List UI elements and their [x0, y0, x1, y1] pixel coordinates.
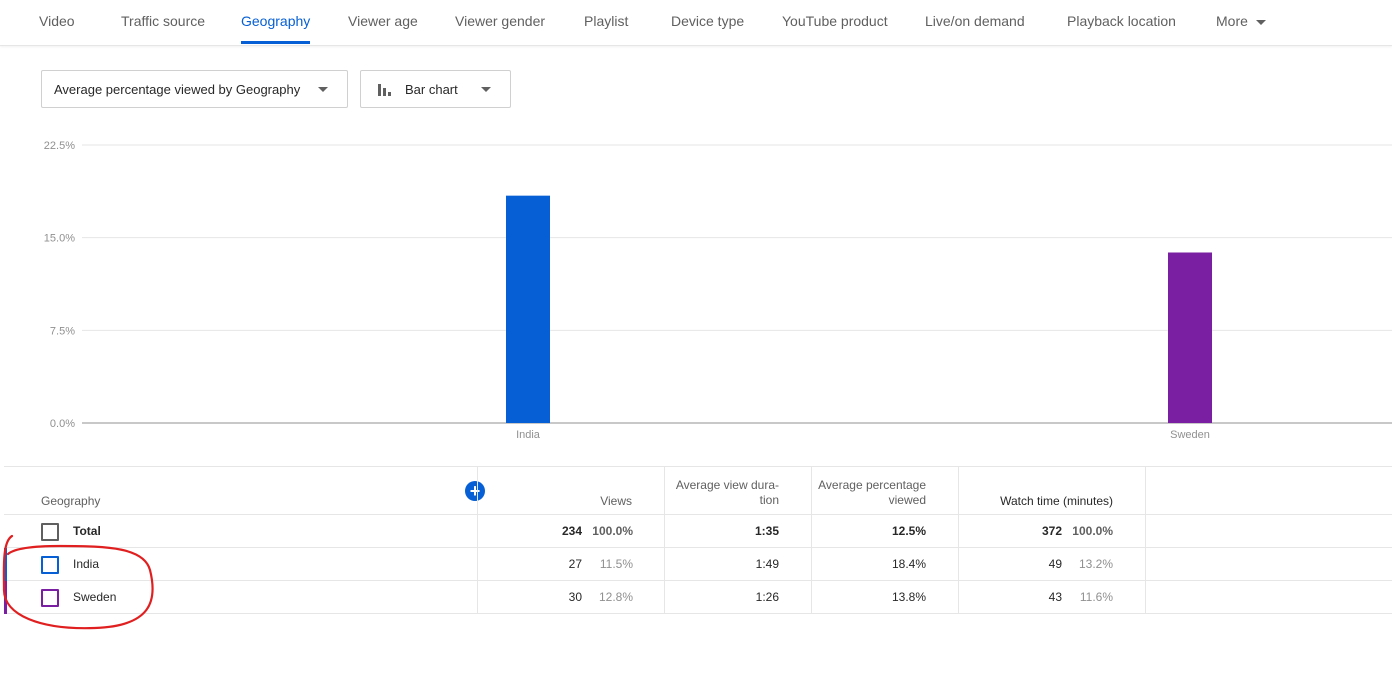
watch-time-value: 49 [1048, 557, 1062, 571]
sweden-checkbox[interactable] [41, 589, 59, 607]
watch-time-value: 372 [1041, 524, 1062, 538]
row-name: Total [73, 524, 101, 538]
bar-sweden[interactable] [1168, 252, 1212, 423]
views-percent: 12.8% [598, 590, 633, 604]
tab-playlist[interactable]: Playlist [584, 0, 628, 44]
tab-more[interactable]: More [1216, 0, 1266, 44]
caret-down-icon [318, 87, 328, 92]
watch-time-percent: 13.2% [1078, 557, 1113, 571]
tab-live-on-demand[interactable]: Live/on demand [925, 0, 1025, 44]
row-name: India [73, 557, 100, 571]
bar-chart-icon [378, 82, 392, 96]
column-header-avg-pct-viewed[interactable]: Average percentage viewed [812, 478, 926, 508]
total-checkbox[interactable] [41, 523, 59, 541]
y-tick-label: 22.5% [44, 140, 75, 152]
y-tick-label: 7.5% [50, 325, 75, 337]
tab-viewer-gender[interactable]: Viewer gender [455, 0, 545, 44]
metric-select-value: Average percentage viewed by Geography [54, 82, 301, 97]
x-tick-label: Sweden [1170, 429, 1210, 441]
views-value: 234 [561, 524, 582, 538]
chart-type-select-value: Bar chart [405, 82, 458, 97]
metric-select[interactable]: Average percentage viewed by Geography [41, 70, 348, 108]
views-percent: 100.0% [592, 524, 633, 538]
report-tabs: Video Traffic source Geography Viewer ag… [0, 0, 1392, 46]
avg-pct-viewed-value: 12.5% [891, 524, 926, 538]
avg-pct-viewed-value: 13.8% [891, 590, 926, 604]
column-header-avg-view-duration[interactable]: Average view dura- tion [665, 478, 779, 508]
series-color-indicator [4, 581, 7, 614]
column-header-avg-view-duration-line2: tion [759, 493, 779, 507]
tab-more-label: More [1216, 13, 1248, 29]
caret-down-icon [1255, 19, 1266, 25]
column-header-geography[interactable]: Geography [41, 494, 100, 509]
tab-device-type[interactable]: Device type [671, 0, 744, 44]
tab-video[interactable]: Video [39, 0, 75, 44]
watch-time-value: 43 [1048, 590, 1062, 604]
series-color-indicator [4, 548, 7, 581]
avg-view-duration-value: 1:49 [755, 557, 779, 571]
tab-geography[interactable]: Geography [241, 0, 311, 44]
table-row-total: Total 234 100.0% 1:35 12.5% 372 100.0% [4, 515, 1392, 548]
row-name: Sweden [73, 590, 117, 604]
views-value: 27 [568, 557, 582, 571]
table-row-sweden: Sweden 30 12.8% 1:26 13.8% 43 11.6% [4, 581, 1392, 614]
tab-playback-location[interactable]: Playback location [1067, 0, 1176, 44]
chart-type-select[interactable]: Bar chart [360, 70, 511, 108]
india-checkbox[interactable] [41, 556, 59, 574]
avg-view-duration-value: 1:26 [755, 590, 779, 604]
column-header-avg-pct-viewed-line1: Average percentage [818, 478, 926, 492]
tab-youtube-product[interactable]: YouTube product [782, 0, 888, 44]
column-header-views[interactable]: Views [564, 494, 632, 509]
column-header-avg-pct-viewed-line2: viewed [888, 493, 926, 507]
column-header-watch-time[interactable]: Watch time (minutes) [960, 494, 1113, 509]
bar-india[interactable] [506, 195, 550, 423]
x-tick-label: India [516, 429, 541, 441]
avg-view-duration-value: 1:35 [754, 524, 779, 538]
views-percent: 11.5% [599, 557, 633, 571]
avg-pct-viewed-value: 18.4% [891, 557, 926, 571]
table-row-india: India 27 11.5% 1:49 18.4% 49 13.2% [4, 548, 1392, 581]
tab-viewer-age[interactable]: Viewer age [348, 0, 418, 44]
table-header: Geography Views Average view dura- tion … [4, 466, 1392, 515]
y-tick-label: 15.0% [44, 233, 75, 245]
column-header-avg-view-duration-line1: Average view dura- [675, 478, 779, 492]
watch-time-percent: 11.6% [1079, 590, 1113, 604]
caret-down-icon [481, 87, 491, 92]
bar-chart: 22.5% 15.0% 7.5% 0.0% India Sweden [44, 140, 1392, 441]
watch-time-percent: 100.0% [1072, 524, 1113, 538]
y-tick-label: 0.0% [50, 418, 75, 430]
tab-traffic-source[interactable]: Traffic source [121, 0, 205, 44]
views-value: 30 [568, 590, 582, 604]
